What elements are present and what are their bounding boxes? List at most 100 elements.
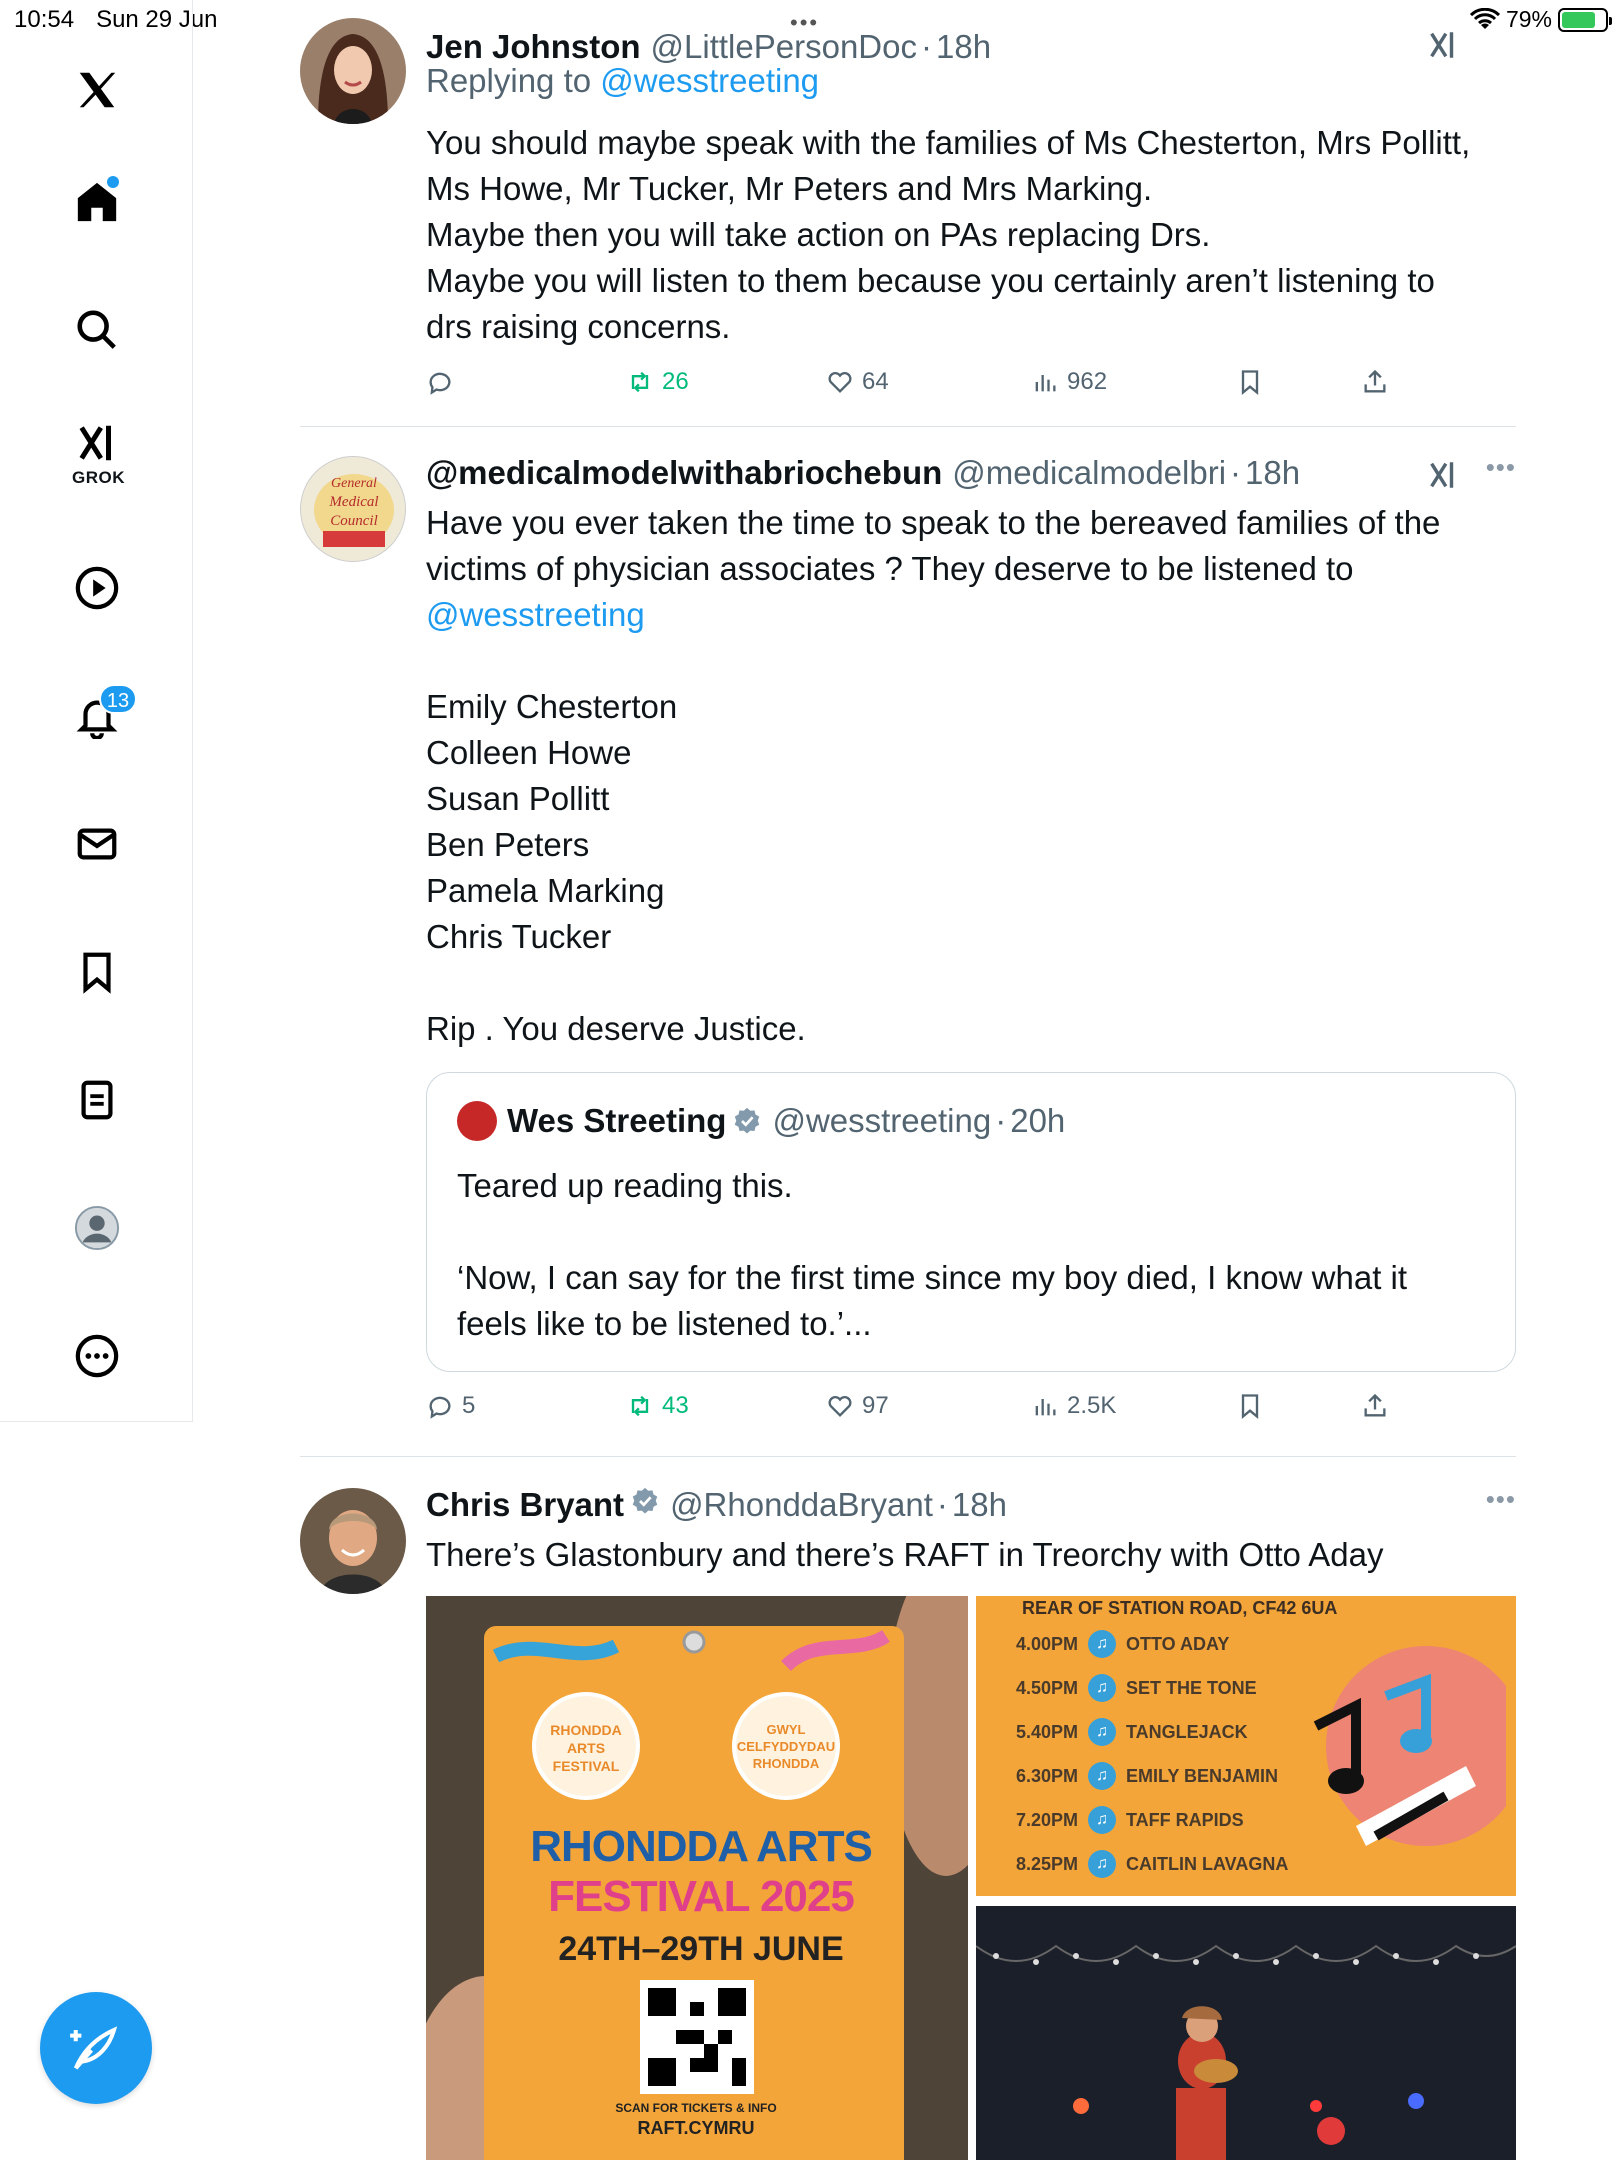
bookmark-icon	[82, 952, 111, 994]
mail-icon	[77, 828, 116, 860]
avatar[interactable]	[300, 1488, 406, 1594]
tweet-text-line: Maybe then you will take action on PAs r…	[426, 216, 1211, 253]
tweet-text-line: Ben Peters	[426, 826, 590, 863]
battery-fill	[1562, 11, 1596, 28]
views-count: 2.5K	[1067, 1392, 1117, 1419]
sidebar-item-more[interactable]	[0, 1316, 193, 1396]
x-logo-icon	[79, 72, 115, 108]
schedule-row: 7.20PM ♫ TAFF RAPIDS	[1016, 1806, 1244, 1834]
tweet-text: You should maybe speak with the families…	[426, 120, 1526, 350]
quote-author-handle[interactable]: @wesstreeting	[772, 1102, 991, 1140]
tweet-text-line: drs raising concerns.	[426, 308, 731, 345]
sidebar-item-profile[interactable]	[0, 1188, 193, 1268]
tweet-text-line: Chris Tucker	[426, 918, 612, 955]
more-options-button[interactable]: •••	[1486, 1484, 1516, 1515]
tweet-text-line: victims of physician associates ? They d…	[426, 550, 1354, 587]
like-button[interactable]: 64	[826, 368, 889, 396]
views-button[interactable]: 962	[1031, 368, 1107, 396]
sidebar-item-articles[interactable]	[0, 1060, 193, 1140]
sidebar-item-x-logo[interactable]	[0, 50, 193, 130]
author-handle[interactable]: @medicalmodelbri	[952, 454, 1226, 492]
tweet-header: Chris Bryant @RhonddaBryant · 18h	[426, 1486, 1007, 1524]
author-handle[interactable]: @RhonddaBryant	[670, 1486, 933, 1524]
avatar-icon	[74, 1205, 119, 1251]
reply-count: 5	[462, 1392, 476, 1419]
retweet-button[interactable]: 26	[626, 368, 689, 396]
quote-time[interactable]: 20h	[1010, 1102, 1065, 1140]
search-icon	[76, 310, 116, 349]
schedule-act: OTTO ADAY	[1126, 1633, 1230, 1654]
reply-icon	[429, 1396, 451, 1419]
tweet-time[interactable]: 18h	[1245, 454, 1300, 492]
festival-url: RAFT.CYMRU	[637, 2118, 755, 2138]
sidebar-item-home[interactable]	[0, 162, 193, 242]
views-count: 962	[1067, 368, 1108, 395]
quote-avatar[interactable]	[457, 1101, 497, 1141]
avatar[interactable]: General Medical Council	[300, 456, 406, 562]
schedule-act: TANGLEJACK	[1126, 1721, 1248, 1742]
schedule-time: 4.50PM	[1016, 1677, 1079, 1698]
media-image-stage[interactable]	[976, 1906, 1516, 2160]
schedule-time: 8.25PM	[1016, 1853, 1079, 1874]
sidebar-item-explore[interactable]	[0, 290, 193, 370]
reply-button[interactable]: 5	[426, 1392, 475, 1420]
media-image-lanyard[interactable]: RHONDDA ARTS FESTIVAL GWYL CELFYDDYDAU R…	[426, 1596, 968, 2160]
grok-icon[interactable]	[1426, 458, 1460, 492]
reply-button[interactable]	[426, 368, 462, 396]
author-name[interactable]: Chris Bryant	[426, 1486, 624, 1524]
sidebar-item-notifications[interactable]: 13	[0, 676, 193, 756]
bookmark-button[interactable]	[1236, 368, 1264, 396]
article-icon	[80, 1080, 113, 1120]
mention-link[interactable]: @wesstreeting	[426, 592, 1526, 638]
sidebar-item-bookmarks[interactable]	[0, 932, 193, 1012]
verified-badge-icon	[632, 1487, 658, 1514]
share-button[interactable]	[1361, 368, 1389, 396]
schedule-act: TAFF RAPIDS	[1126, 1809, 1244, 1830]
grok-icon	[79, 425, 111, 461]
author-handle[interactable]: @LittlePersonDoc	[651, 28, 917, 66]
music-note-icon: ♫	[1088, 1674, 1116, 1702]
grok-icon[interactable]	[1426, 28, 1460, 62]
quote-author-name[interactable]: Wes Streeting	[507, 1102, 726, 1140]
avatar[interactable]	[300, 18, 406, 124]
author-name[interactable]: @medicalmodelwithabriochebun	[426, 454, 942, 492]
tweet-medicalmodel[interactable]: General Medical Council @medicalmodelwitha…	[300, 452, 1516, 1442]
festival-dates: 24TH–29TH JUNE	[558, 1930, 844, 1968]
badge-left-text: RHONDDA ARTS FESTIVAL	[550, 1722, 622, 1774]
music-note-icon	[1313, 1646, 1506, 1846]
bookmark-button[interactable]	[1236, 1392, 1264, 1420]
heart-icon	[828, 1395, 852, 1417]
quoted-tweet[interactable]: Wes Streeting @wesstreeting · 20h Teared…	[426, 1072, 1516, 1372]
tweet-chris-bryant[interactable]: Chris Bryant @RhonddaBryant · 18h ••• Th…	[300, 1484, 1516, 2160]
replying-mention-link[interactable]: @wesstreeting	[600, 62, 819, 99]
share-button[interactable]	[1361, 1392, 1389, 1420]
tweet-text-line: Maybe you will listen to them because yo…	[426, 262, 1435, 299]
media-image-schedule[interactable]: REAR OF STATION ROAD, CF42 6UA 4.00PM ♫ OT…	[976, 1596, 1516, 1896]
bookmark-icon	[1241, 1394, 1259, 1419]
more-options-button[interactable]: •••	[1486, 452, 1516, 483]
tweet-time[interactable]: 18h	[936, 28, 991, 66]
tweet-jen-johnston[interactable]: Jen Johnston @LittlePersonDoc · 18h Repl…	[300, 18, 1516, 418]
sidebar-item-videos[interactable]	[0, 548, 193, 628]
schedule-row: 4.00PM ♫ OTTO ADAY	[1016, 1630, 1229, 1658]
tweet-text-line	[426, 638, 1526, 684]
qr-code[interactable]	[640, 1980, 754, 2094]
compose-button[interactable]	[40, 1992, 152, 2104]
retweet-button[interactable]: 43	[626, 1392, 689, 1420]
schedule-time: 4.00PM	[1016, 1633, 1079, 1654]
sidebar-item-messages[interactable]	[0, 804, 193, 884]
tweet-divider	[300, 426, 1516, 427]
badge-right-text: GWYL CELFYDDYDAU RHONDDA	[736, 1722, 836, 1771]
author-name[interactable]: Jen Johnston	[426, 28, 641, 66]
festival-title-line1: RHONDDA ARTS	[530, 1822, 873, 1871]
views-button[interactable]: 2.5K	[1031, 1392, 1116, 1420]
views-icon	[1035, 375, 1056, 392]
replying-to: Replying to @wesstreeting	[426, 62, 819, 100]
sidebar-item-grok[interactable]: GROK	[0, 410, 193, 490]
tweet-header: Jen Johnston @LittlePersonDoc · 18h	[426, 28, 992, 66]
replying-prefix: Replying to	[426, 62, 601, 99]
stage-photo	[976, 1906, 1516, 2160]
tweet-actions: 26 64 962	[426, 368, 1426, 408]
tweet-time[interactable]: 18h	[952, 1486, 1007, 1524]
like-button[interactable]: 97	[826, 1392, 889, 1420]
